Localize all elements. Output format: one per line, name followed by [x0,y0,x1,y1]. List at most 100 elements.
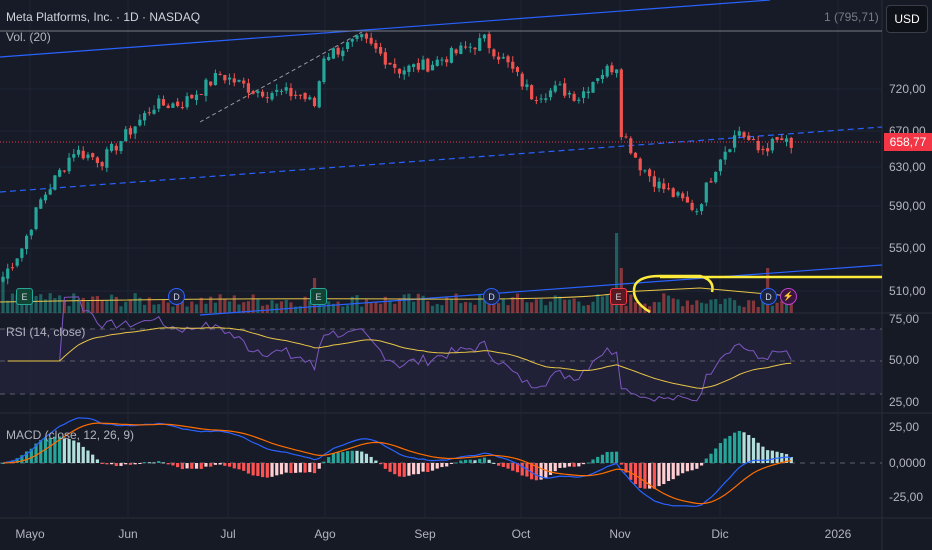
candle-body [553,85,557,92]
candle-body [388,62,392,65]
candle-body [138,119,142,126]
dividend-marker[interactable]: D [483,288,500,305]
macd-histogram-bar [161,462,166,464]
candle-body [128,128,133,135]
price-tick: 720,00 [889,82,926,96]
macd-histogram-bar [105,463,109,465]
macd-histogram-bar [322,461,326,463]
chart-canvas[interactable] [0,0,932,550]
candle-body [473,47,477,50]
macd-histogram-bar [303,463,307,473]
dividend-marker[interactable]: D [168,288,185,305]
dividend-marker[interactable]: D [760,288,777,305]
macd-histogram-bar [251,463,255,476]
candle-body [789,137,793,148]
volume-bar [327,301,331,313]
earnings-marker[interactable]: E [310,288,327,305]
macd-histogram-bar [312,463,317,474]
candle-body [714,171,718,183]
candle-body [6,268,10,279]
volume-bar [690,304,694,313]
macd-histogram-bar [227,463,232,467]
macd-histogram-bar [468,459,472,463]
time-tick: Jun [118,527,138,541]
earnings-marker[interactable]: E [16,288,33,305]
candle-body [91,153,95,158]
candle-body [312,97,317,107]
candle-body [341,50,345,57]
candle-body [95,157,99,163]
candle-body [657,181,661,189]
macd-histogram-bar [563,463,567,468]
candle-body [449,48,453,63]
macd-histogram-bar [520,463,524,476]
volume-bar [511,297,515,313]
candle-body [81,150,85,159]
candle-body [605,65,609,77]
candle-body [586,91,590,94]
candle-body [100,162,104,167]
volume-bar [775,302,779,313]
chart-container[interactable]: Meta Platforms, Inc. · 1D · NASDAQ Vol. … [0,0,932,550]
candle-body [39,199,43,209]
macd-tick: -25,00 [889,490,924,504]
candle-body [761,148,765,150]
macd-histogram-bar [638,463,642,488]
macd-histogram-bar [124,463,128,465]
volume-bar [515,293,520,313]
top-marker: 1 (795,71) [824,10,879,24]
macd-histogram-bar [412,463,416,475]
rsi-label[interactable]: RSI (14, close) [6,325,85,339]
macd-histogram-bar [86,450,90,463]
candle-body [218,73,222,75]
candle-body [379,47,383,54]
candle-body [723,151,727,160]
candle-body [610,65,614,73]
volume-bar [600,296,605,313]
macd-histogram-bar [643,463,647,489]
macd-histogram-bar [690,463,694,471]
volume-bar [581,305,586,313]
candle-body [577,99,581,101]
volume-bar [633,302,638,313]
volume-bar [161,299,166,313]
volume-bar [756,306,760,313]
currency-button[interactable]: USD [886,5,928,33]
candle-body [308,97,312,100]
candle-body [591,82,595,93]
macd-histogram-bar [695,463,699,469]
earnings-marker[interactable]: E [610,288,627,305]
time-tick: Ago [314,527,336,541]
candle-body [501,57,505,59]
macd-histogram-bar [114,463,118,467]
candle-body [303,92,307,100]
time-tick: Jul [220,527,236,541]
candle-body [648,169,652,177]
volume-bar [345,305,350,313]
symbol-title[interactable]: Meta Platforms, Inc. · 1D · NASDAQ [6,10,200,24]
volume-bar [728,297,732,313]
candle-body [397,68,402,74]
macd-histogram-bar [133,463,137,465]
candle-body [756,140,760,151]
volume-label[interactable]: Vol. (20) [6,30,51,44]
macd-histogram-bar [610,451,614,463]
macd-histogram-bar [742,432,746,463]
volume-bar [185,306,189,313]
macd-histogram-bar [633,463,638,485]
macd-histogram-bar [482,457,487,463]
candle-body [322,58,326,83]
macd-histogram-bar [596,456,600,463]
volume-bar [657,302,661,313]
macd-label[interactable]: MACD (close, 12, 26, 9) [6,428,134,442]
candle-body [487,34,491,49]
volume-bar [742,306,746,313]
candle-body [718,159,723,172]
candle-body [666,188,671,190]
macd-histogram-bar [615,451,619,463]
candle-body [204,79,208,96]
candle-body [58,169,62,177]
candle-body [600,74,605,80]
macd-histogram-bar [487,459,491,463]
split-marker[interactable]: ⚡ [780,288,797,305]
